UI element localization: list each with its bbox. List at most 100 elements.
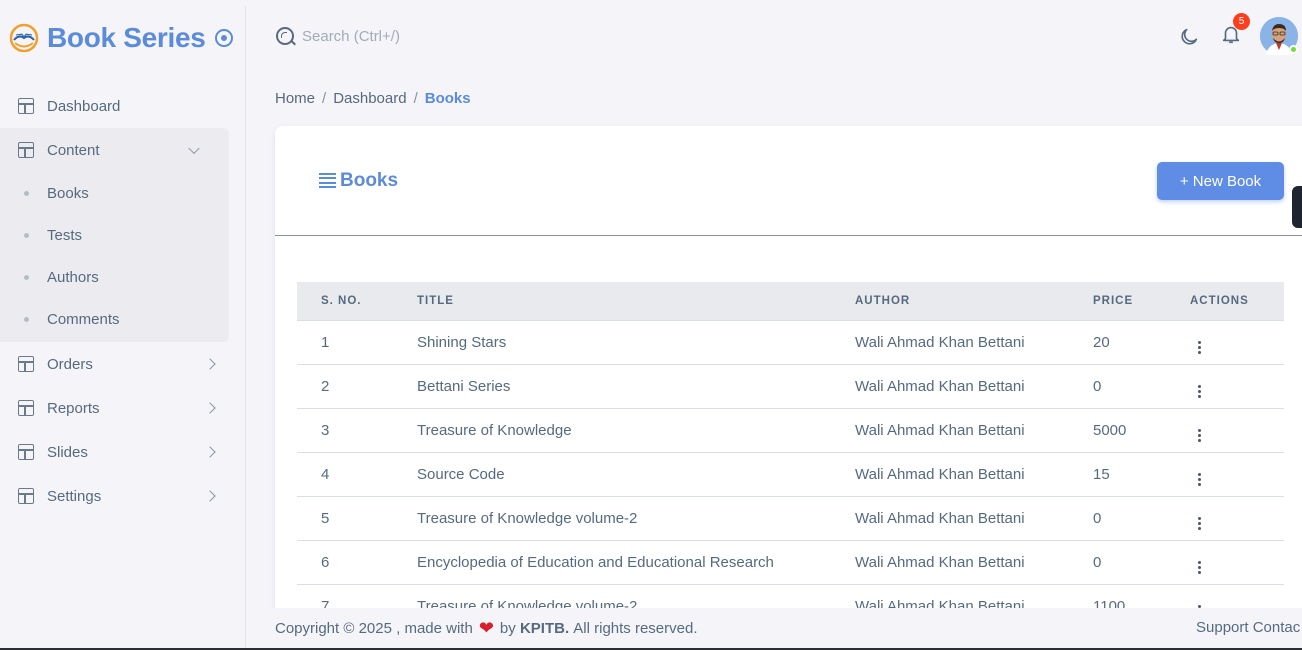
new-book-button[interactable]: + New Book — [1157, 162, 1284, 200]
breadcrumb-separator: / — [322, 90, 327, 107]
cell-sno: 3 — [297, 408, 393, 453]
breadcrumb-separator: / — [413, 90, 418, 107]
breadcrumb-current: Books — [424, 90, 471, 107]
cell-price: 0 — [1069, 496, 1166, 541]
cell-title: Source Code — [393, 452, 831, 497]
cell-sno: 5 — [297, 496, 393, 541]
bullet-icon — [24, 232, 29, 238]
layout-icon — [18, 400, 34, 416]
sidebar-item-label: Dashboard — [47, 97, 121, 115]
chevron-right-icon — [204, 446, 216, 458]
search-bar — [276, 27, 602, 45]
sidebar-item-settings[interactable]: Settings — [0, 474, 245, 518]
sidebar-subitem-tests[interactable]: Tests — [0, 214, 229, 256]
cell-sno: 6 — [297, 540, 393, 585]
sidebar-item-dashboard[interactable]: Dashboard — [0, 84, 245, 128]
notifications-button[interactable]: 5 — [1220, 12, 1250, 50]
cell-author: Wali Ahmad Khan Bettani — [831, 364, 1069, 409]
cell-actions — [1166, 364, 1284, 409]
table-row[interactable]: 1 Shining Stars Wali Ahmad Khan Bettani … — [297, 320, 1284, 365]
cell-actions — [1166, 540, 1284, 585]
cell-actions — [1166, 320, 1284, 365]
cell-author: Wali Ahmad Khan Bettani — [831, 452, 1069, 497]
books-card: Books + New Book S. NO. TITLE AUTHOR PRI… — [275, 126, 1302, 629]
sidebar-toggle-icon[interactable] — [214, 29, 233, 47]
breadcrumb-dashboard[interactable]: Dashboard — [333, 90, 406, 107]
footer-support-link[interactable]: Support — [1196, 619, 1249, 636]
cell-author: Wali Ahmad Khan Bettani — [831, 408, 1069, 453]
cell-price: 20 — [1069, 320, 1166, 365]
footer-copyright: Copyright © 2025 , made with — [275, 619, 473, 637]
footer-rights: All rights reserved. — [573, 619, 698, 637]
cell-price: 15 — [1069, 452, 1166, 497]
cell-price: 0 — [1069, 364, 1166, 409]
sidebar-item-label: Content — [47, 141, 100, 159]
cell-sno: 4 — [297, 452, 393, 497]
more-vertical-icon[interactable] — [1198, 384, 1201, 398]
card-header: Books + New Book — [275, 126, 1302, 236]
table-header-row: S. NO. TITLE AUTHOR PRICE ACTIONS — [297, 282, 1284, 321]
table-row[interactable]: 3 Treasure of Knowledge Wali Ahmad Khan … — [297, 408, 1284, 453]
cell-sno: 1 — [297, 320, 393, 365]
sidebar: Book Series Dashboard Content Books Test… — [0, 6, 246, 650]
table-row[interactable]: 6 Encyclopedia of Education and Educatio… — [297, 540, 1284, 585]
sidebar-subitem-label: Tests — [47, 226, 83, 244]
cell-actions — [1166, 408, 1284, 453]
footer-contact-link[interactable]: Contac — [1253, 619, 1301, 636]
list-icon — [319, 172, 336, 189]
sidebar-menu: Dashboard Content Books Tests Authors Co… — [0, 84, 245, 518]
breadcrumb-home[interactable]: Home — [275, 90, 315, 107]
column-header-price: PRICE — [1069, 282, 1166, 321]
footer: Copyright © 2025 , made with ❤ by KPITB.… — [246, 608, 1302, 648]
avatar[interactable] — [1260, 17, 1298, 55]
layout-icon — [18, 98, 34, 114]
sidebar-subitem-authors[interactable]: Authors — [0, 256, 229, 298]
more-vertical-icon[interactable] — [1198, 472, 1201, 486]
chevron-right-icon — [204, 402, 216, 414]
table-row[interactable]: 5 Treasure of Knowledge volume-2 Wali Ah… — [297, 496, 1284, 541]
sidebar-item-reports[interactable]: Reports — [0, 386, 245, 430]
cell-actions — [1166, 496, 1284, 541]
sidebar-item-slides[interactable]: Slides — [0, 430, 245, 474]
sidebar-item-orders[interactable]: Orders — [0, 342, 245, 386]
bell-icon — [1220, 26, 1242, 49]
layout-icon — [18, 142, 34, 158]
cell-title: Treasure of Knowledge — [393, 408, 831, 453]
layout-icon — [18, 488, 34, 504]
layout-icon — [18, 444, 34, 460]
search-icon[interactable] — [276, 27, 294, 45]
customizer-tab[interactable] — [1292, 186, 1302, 228]
sidebar-subitem-comments[interactable]: Comments — [0, 298, 229, 340]
cell-author: Wali Ahmad Khan Bettani — [831, 320, 1069, 365]
table-row[interactable]: 2 Bettani Series Wali Ahmad Khan Bettani… — [297, 364, 1284, 409]
more-vertical-icon[interactable] — [1198, 560, 1201, 574]
table-row[interactable]: 4 Source Code Wali Ahmad Khan Bettani 15 — [297, 452, 1284, 497]
sidebar-subitem-books[interactable]: Books — [0, 172, 229, 214]
book-logo-icon — [9, 23, 39, 53]
brand-name: Book Series — [47, 22, 206, 53]
chevron-right-icon — [204, 358, 216, 370]
moon-icon[interactable] — [1178, 26, 1198, 46]
column-header-sno: S. NO. — [297, 282, 393, 321]
heart-icon: ❤ — [478, 617, 494, 638]
search-input[interactable] — [302, 27, 602, 45]
sidebar-item-label: Settings — [47, 487, 102, 505]
footer-by: by — [499, 619, 516, 637]
footer-company[interactable]: KPITB. — [520, 620, 569, 637]
cell-author: Wali Ahmad Khan Bettani — [831, 496, 1069, 541]
sidebar-item-content[interactable]: Content — [0, 128, 229, 172]
more-vertical-icon[interactable] — [1198, 340, 1201, 354]
online-status-dot — [1289, 45, 1298, 54]
more-vertical-icon[interactable] — [1198, 516, 1201, 530]
chevron-right-icon — [204, 490, 216, 502]
cell-title: Shining Stars — [393, 320, 831, 365]
page-title: Books — [319, 170, 398, 192]
column-header-actions: ACTIONS — [1166, 282, 1284, 321]
page-title-text: Books — [340, 169, 399, 191]
column-header-author: AUTHOR — [831, 282, 1069, 321]
brand[interactable]: Book Series — [0, 6, 245, 70]
cell-actions — [1166, 452, 1284, 497]
more-vertical-icon[interactable] — [1198, 428, 1201, 442]
cell-price: 5000 — [1069, 408, 1166, 453]
footer-links: Support Contac — [1196, 619, 1300, 636]
